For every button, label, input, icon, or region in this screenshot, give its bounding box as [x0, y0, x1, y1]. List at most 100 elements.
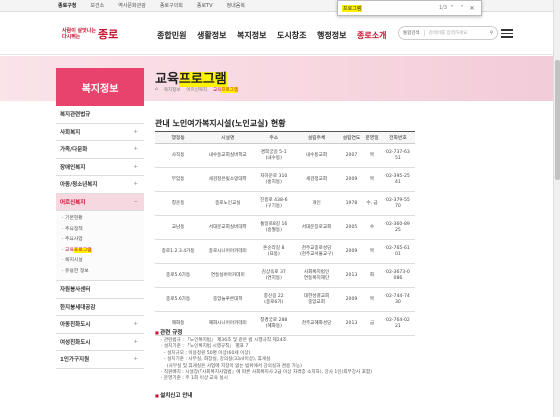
lnb-item[interactable]: 여성친화도시 + [56, 333, 144, 351]
gnb-item[interactable]: 종로소개 [357, 30, 397, 41]
lnb-item-label: 여성친화도시 [60, 339, 91, 346]
gnb-item[interactable]: 종합민원 [157, 30, 197, 41]
top-link[interactable]: 종로TV [197, 2, 213, 9]
lnb-item-label: 한지붕세대공감 [60, 304, 96, 311]
submenu-item[interactable]: · 주요사업 [62, 235, 144, 246]
search-icon[interactable]: ⚲ [490, 31, 493, 36]
table-cell: 종로시니어아카데미 [201, 239, 255, 264]
table-cell: 천주교종로성당 (천주교서울교구) [293, 239, 340, 264]
table-cell: 세검정교회 [293, 167, 340, 192]
table-cell: 서대문교회실버대학 [201, 215, 255, 240]
expand-icon[interactable]: + [133, 181, 138, 187]
expand-icon[interactable]: − [133, 199, 138, 205]
table-cell: 화 [363, 263, 381, 288]
lnb-item[interactable]: 가족/다문화 + [56, 141, 144, 159]
table-header: 운영일 [363, 131, 381, 144]
table-cell: 02-737-63 51 [380, 143, 415, 168]
lnb-item-label: 아동친화도시 [60, 322, 91, 329]
lnb-item[interactable]: 어르신복지 − [56, 193, 144, 211]
top-link[interactable]: 정내음복 [227, 2, 245, 9]
all-menu-icon[interactable] [501, 27, 513, 39]
table-cell: 02-744-74 30 [380, 287, 415, 312]
search-input[interactable]: 검색어를 입력하세요 [429, 30, 490, 36]
table-row: 종로5.6가동 중앙늘푸른대학 충신길 22 (종로6가) 대한성결교회 중앙교회 20… [155, 287, 415, 312]
breadcrumb-item[interactable]: 복지정보 [164, 87, 181, 93]
lnb-item[interactable]: 장애인복지 + [56, 158, 144, 176]
table-cell: 자하문로 310 (홍지동) [254, 167, 294, 192]
table-header: 전화번호 [380, 131, 415, 144]
top-links: 종로구청 보건소 역사문화관광 종로구의회 종로TV 정내음복 [58, 2, 245, 9]
home-icon[interactable]: ⌂ [155, 87, 158, 93]
breadcrumb-item[interactable]: 프로그램 [221, 87, 238, 93]
find-close-button[interactable]: ✕ [467, 5, 477, 12]
table-cell: 02-379-55 70 [380, 191, 415, 216]
table-cell: 종로5.6가동 [155, 287, 202, 312]
lnb-item[interactable]: 1인가구지원 + [56, 351, 144, 369]
lnb-item-label: 자원봉사센터 [60, 287, 91, 294]
table-cell: 목 [363, 239, 381, 264]
expand-icon[interactable]: + [133, 146, 138, 152]
gnb-item[interactable]: 행정정보 [317, 30, 357, 41]
table-cell: 목 [363, 287, 381, 312]
submenu-item-current[interactable]: · 교육프로그램 [62, 246, 144, 257]
lnb-item-label: 어르신복지 [60, 199, 86, 206]
table-cell: 02-395-25 41 [380, 167, 415, 192]
table-cell: 2007 [339, 143, 364, 168]
table-header: 시설명 [201, 131, 255, 144]
gnb-item[interactable]: 복지정보 [237, 30, 277, 41]
lnb-item-label: 장애인복지 [60, 164, 86, 171]
expand-icon[interactable]: + [133, 129, 138, 135]
lnb-item[interactable]: 자원봉사센터 [56, 281, 144, 299]
find-prev-button[interactable]: ˄ [447, 5, 457, 12]
submenu-item[interactable]: · 유용한 정보 [62, 267, 144, 278]
table-cell: 2009 [339, 239, 364, 264]
table-row: 부암동 세검정은빛소망대학 자하문로 310 (홍지동) 세검정교회 2009 목 02-3… [155, 167, 415, 192]
top-link[interactable]: 보건소 [90, 2, 104, 9]
table-cell: 사회복지법인 연동복지재단 [293, 263, 340, 288]
find-input[interactable]: 프로그램 [342, 4, 363, 12]
main-navigation: 종합민원 생활정보 복지정보 도시창조 행정정보 종로소개 [157, 30, 397, 41]
submenu-item[interactable]: · 주요정책 [62, 225, 144, 236]
top-link[interactable]: 종로구의회 [160, 2, 183, 9]
search-scope-select[interactable]: 통합검색 [403, 30, 425, 36]
table-cell: 내수동교회실버학교 [201, 143, 255, 168]
page-title: 교육프로그램 [155, 68, 227, 87]
table-row: 종로1.2.3.4가동 종로시니어아카데미 돈순라길 8 (묘동) 천주교종로성당 (… [155, 239, 415, 264]
top-link[interactable]: 종로구청 [58, 2, 76, 9]
table-cell: 개인 [293, 191, 340, 216]
table-cell: 내수동교회 [293, 143, 340, 168]
gnb-item[interactable]: 도시창조 [277, 30, 317, 41]
lnb-item[interactable]: 아동친화도시 + [56, 316, 144, 334]
breadcrumb-item[interactable]: 어르신복지 [186, 87, 207, 93]
page-scrollbar[interactable] [553, 0, 560, 417]
expand-icon[interactable]: + [133, 164, 138, 170]
table-row: 교남동 서대문교회실버대학 통일로8길 16 (송월동) 서대문장로교회 2005 수 02… [155, 215, 415, 240]
breadcrumb: ⌂ 복지정보 어르신복지 교육 프로그램 [155, 87, 238, 93]
site-logo[interactable]: 사람이 살맛나는 다시뛰는 종로 [62, 26, 118, 42]
table-cell: 목 [363, 167, 381, 192]
lnb-item[interactable]: 사회복지 + [56, 123, 144, 141]
expand-icon[interactable]: + [133, 339, 138, 345]
lnb-submenu: · 기본현황 · 주요정책 · 주요사업 · 교육프로그램 · 복지시설 · 유용한 정보 [56, 211, 144, 281]
table-row: 사직동 내수동교회실버학교 경희궁길 5-1 (내수동) 내수동교회 2007 목 02-7… [155, 143, 415, 168]
facility-table: 행정동 시설명 주소 설립주체 설립연도 운영일 전화번호 사직동 내수동교회실버학교 경희궁길… [155, 131, 415, 336]
breadcrumb-item[interactable]: 교육 [213, 87, 221, 93]
expand-icon[interactable]: + [133, 356, 138, 362]
lnb-item[interactable]: 복지관련법규 [56, 106, 144, 124]
scrollbar-thumb[interactable] [555, 60, 560, 180]
table-cell: 경희궁길 5-1 (내수동) [254, 143, 294, 168]
header-search[interactable]: 통합검색 검색어를 입력하세요 ⚲ [398, 26, 498, 40]
table-cell: 종로5.6가동 [155, 263, 202, 288]
submenu-item[interactable]: · 기본현황 [62, 214, 144, 225]
logo-slogan: 사람이 살맛나는 다시뛰는 [62, 28, 96, 40]
table-cell: 진흥로 438-6 (구기동) [254, 191, 294, 216]
top-link[interactable]: 역사문화관광 [118, 2, 146, 9]
submenu-item[interactable]: · 복지시설 [62, 256, 144, 267]
find-next-button[interactable]: ˅ [457, 5, 467, 12]
regulation-notes: 관련 규정 · 관련법규 : 「노인복지법」 제36조 및 같은 법 시행규칙 … [155, 328, 435, 401]
expand-icon[interactable]: + [133, 321, 138, 327]
lnb-item-label: 1인가구지원 [60, 357, 90, 364]
lnb-item[interactable]: 한지붕세대공감 [56, 298, 144, 316]
lnb-item[interactable]: 아동/청소년복지 + [56, 176, 144, 194]
gnb-item[interactable]: 생활정보 [197, 30, 237, 41]
